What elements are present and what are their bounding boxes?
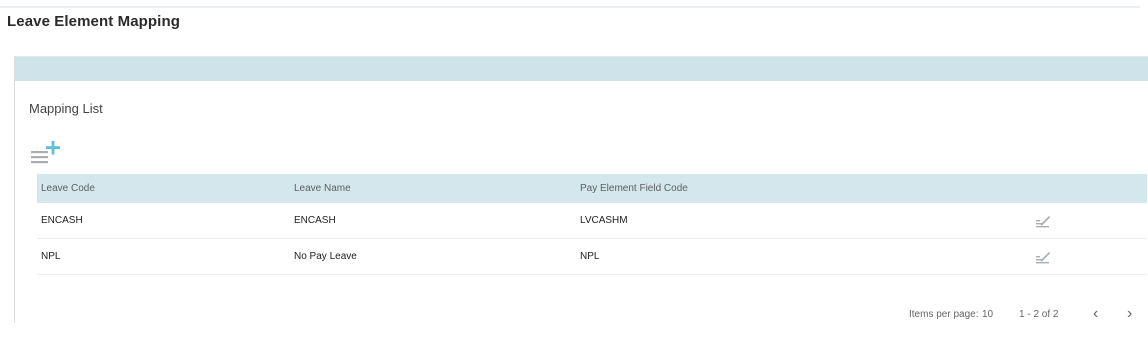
column-header-pay-element-field-code[interactable]: Pay Element Field Code [576, 174, 1029, 203]
card-header-bar [15, 57, 1148, 81]
section-title: Mapping List [29, 101, 103, 116]
page-title: Leave Element Mapping [7, 13, 180, 30]
column-header-leave-name[interactable]: Leave Name [290, 174, 576, 203]
cell-pay-element-field-code: NPL [576, 238, 1029, 275]
cell-leave-code: ENCASH [37, 203, 290, 239]
items-per-page-select[interactable]: 10 [982, 309, 993, 320]
cell-leave-code: NPL [37, 238, 290, 275]
cell-actions [1029, 238, 1147, 275]
page-range-label: 1 - 2 of 2 [1019, 309, 1059, 320]
chevron-left-icon[interactable]: ‹ [1093, 306, 1098, 322]
cell-actions [1029, 203, 1147, 239]
edit-icon[interactable] [1035, 250, 1051, 264]
edit-icon[interactable] [1035, 214, 1051, 228]
add-mapping-button[interactable] [31, 141, 67, 167]
mapping-card: Mapping List Leave Code Leave Name Pay E… [14, 56, 1148, 323]
cell-pay-element-field-code: LVCASHM [576, 203, 1029, 239]
top-divider [0, 6, 1140, 8]
table-header-row: Leave Code Leave Name Pay Element Field … [37, 174, 1147, 203]
items-per-page-label: Items per page: [909, 309, 979, 320]
mapping-table: Leave Code Leave Name Pay Element Field … [37, 174, 1147, 275]
table-row: NPL No Pay Leave NPL [37, 238, 1147, 275]
cell-leave-name: No Pay Leave [290, 238, 576, 275]
table-row: ENCASH ENCASH LVCASHM [37, 203, 1147, 239]
list-add-icon [31, 141, 60, 164]
cell-leave-name: ENCASH [290, 203, 576, 239]
chevron-right-icon[interactable]: › [1127, 306, 1132, 322]
column-header-leave-code[interactable]: Leave Code [37, 174, 290, 203]
paginator: Items per page: 10 1 - 2 of 2 ‹ › [0, 306, 1148, 325]
column-header-actions [1029, 174, 1147, 203]
